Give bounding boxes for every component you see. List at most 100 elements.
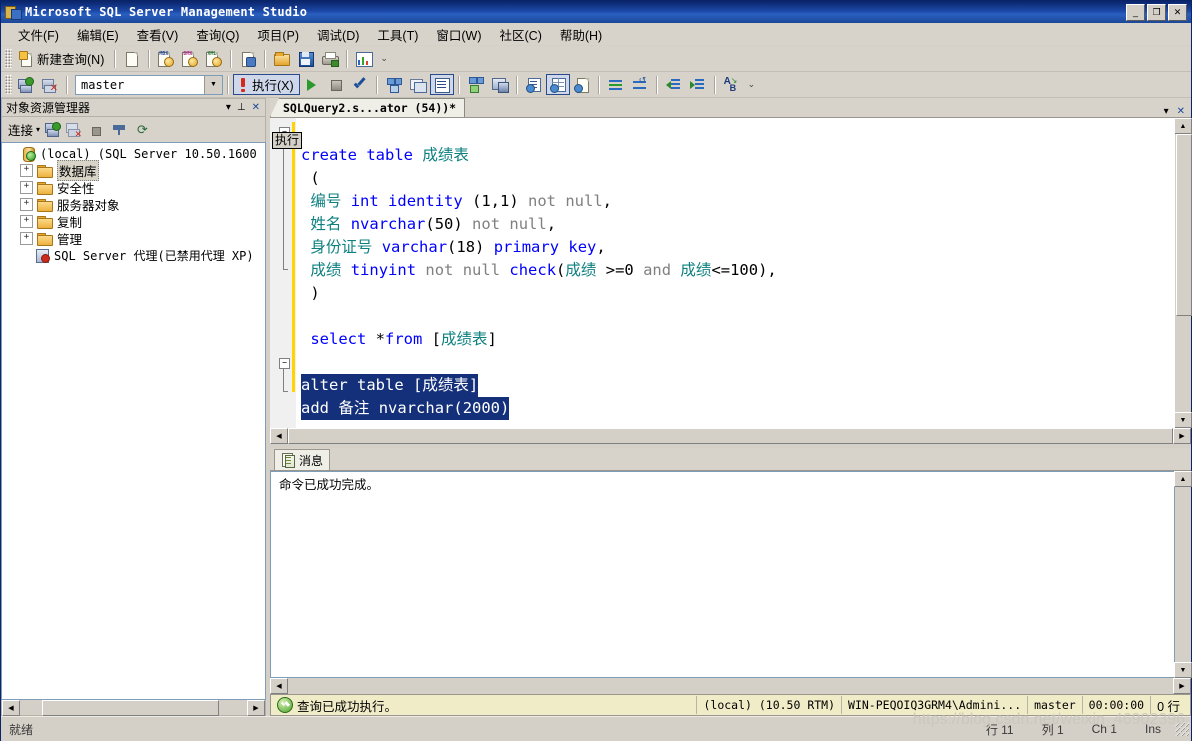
results-to-file-button[interactable] bbox=[570, 74, 594, 95]
messages-body[interactable]: 命令已成功完成。 bbox=[270, 471, 1175, 678]
results-to-text-button[interactable] bbox=[429, 74, 454, 95]
debug-button[interactable] bbox=[300, 74, 324, 95]
chevron-down-icon[interactable]: ▾ bbox=[36, 125, 40, 134]
tree-node-databases[interactable]: + 数据库 bbox=[2, 160, 265, 181]
resize-grip[interactable] bbox=[1175, 722, 1189, 736]
stop-icon[interactable] bbox=[88, 122, 104, 138]
tree-node-replication[interactable]: + 复制 bbox=[2, 213, 265, 230]
toolbar-overflow-chevron-icon[interactable]: ⌄ bbox=[748, 79, 756, 90]
scroll-left-button[interactable]: ◀ bbox=[270, 428, 288, 444]
scroll-up-button[interactable]: ▲ bbox=[1174, 118, 1192, 134]
chevron-down-icon[interactable]: ▾ bbox=[1164, 106, 1169, 117]
include-client-statistics-button[interactable] bbox=[488, 74, 512, 95]
tree-node-server[interactable]: (local) (SQL Server 10.50.1600 - WIN-P bbox=[2, 145, 265, 162]
increase-indent-button[interactable] bbox=[686, 74, 710, 95]
analysis-query-button[interactable] bbox=[236, 48, 260, 69]
fold-toggle-block2[interactable]: − bbox=[279, 358, 290, 369]
expander-icon[interactable]: + bbox=[20, 181, 33, 194]
new-file-button[interactable] bbox=[120, 48, 144, 69]
menu-item-view[interactable]: 查看(V) bbox=[128, 23, 188, 46]
expander-icon[interactable]: + bbox=[20, 164, 33, 177]
expander-icon[interactable]: + bbox=[20, 198, 33, 211]
results-to-text2-button[interactable] bbox=[522, 74, 546, 95]
query-options-button[interactable] bbox=[406, 74, 430, 95]
menu-item-debug[interactable]: 调试(D) bbox=[308, 23, 368, 46]
menu-item-window[interactable]: 窗口(W) bbox=[427, 23, 490, 46]
close-button[interactable]: ✕ bbox=[1168, 3, 1187, 21]
tree-node-sql-agent[interactable]: SQL Server 代理(已禁用代理 XP) bbox=[2, 247, 265, 264]
scroll-thumb[interactable] bbox=[1176, 134, 1192, 316]
menu-item-query[interactable]: 查询(Q) bbox=[187, 23, 248, 46]
scroll-right-button[interactable]: ▶ bbox=[1173, 678, 1191, 694]
print-button[interactable] bbox=[318, 48, 342, 69]
document-tab[interactable]: SQLQuery2.s...ator (54))* bbox=[270, 98, 466, 117]
uncomment-button[interactable]: ↺ bbox=[628, 74, 652, 95]
disconnect-icon[interactable]: ✕ bbox=[66, 122, 82, 138]
new-query-button[interactable]: 新建查询(N) bbox=[14, 48, 110, 69]
minimize-button[interactable]: _ bbox=[1126, 3, 1145, 21]
object-explorer-tree[interactable]: (local) (SQL Server 10.50.1600 - WIN-P +… bbox=[1, 142, 266, 700]
scroll-left-button[interactable]: ◀ bbox=[2, 699, 20, 716]
connect-menu-label[interactable]: 连接 bbox=[6, 120, 35, 139]
results-hscrollbar[interactable]: ◀ ▶ bbox=[270, 678, 1191, 694]
connect-button[interactable] bbox=[14, 74, 38, 95]
database-combo[interactable]: master ▼ bbox=[75, 74, 223, 95]
scroll-thumb[interactable] bbox=[288, 428, 1173, 444]
toolbar-overflow-chevron-icon[interactable]: ⌄ bbox=[380, 53, 388, 64]
pin-icon[interactable]: ⊥ bbox=[237, 102, 246, 113]
save-button[interactable] bbox=[294, 48, 318, 69]
scroll-right-button[interactable]: ▶ bbox=[247, 699, 265, 716]
scroll-up-button[interactable]: ▲ bbox=[1174, 471, 1192, 487]
chevron-down-icon[interactable]: ▼ bbox=[204, 75, 222, 94]
disconnect-button[interactable]: ✕ bbox=[38, 74, 62, 95]
menu-item-community[interactable]: 社区(C) bbox=[491, 23, 551, 46]
xmla-query-button[interactable]: XML bbox=[202, 48, 226, 69]
expander-icon[interactable]: + bbox=[20, 232, 33, 245]
editor-vscrollbar[interactable]: ▲ ▼ bbox=[1174, 118, 1192, 428]
parse-button[interactable] bbox=[348, 74, 372, 95]
results-vscrollbar[interactable]: ▲ ▼ bbox=[1174, 471, 1192, 678]
sql-code-content[interactable]: create table 成绩表 ( 编号 int identity (1,1)… bbox=[296, 118, 1175, 428]
maximize-button[interactable]: ❐ bbox=[1147, 3, 1166, 21]
mdx-query-button[interactable]: MDX bbox=[154, 48, 178, 69]
open-file-button[interactable] bbox=[270, 48, 294, 69]
dmx-query-button[interactable]: DMX bbox=[178, 48, 202, 69]
tree-node-management[interactable]: + 管理 bbox=[2, 230, 265, 247]
toolbar-grip[interactable] bbox=[5, 75, 12, 94]
menu-item-edit[interactable]: 编辑(E) bbox=[68, 23, 128, 46]
editor-gutter[interactable]: − − bbox=[270, 118, 296, 428]
expander-icon[interactable]: + bbox=[20, 215, 33, 228]
menu-item-tools[interactable]: 工具(T) bbox=[368, 23, 427, 46]
display-estimated-plan-button[interactable] bbox=[382, 74, 406, 95]
filter-icon[interactable] bbox=[112, 122, 128, 138]
stop-button[interactable] bbox=[324, 74, 348, 95]
close-icon[interactable]: ✕ bbox=[252, 102, 260, 113]
results-tab-messages[interactable]: 消息 bbox=[274, 449, 331, 470]
database-combo-value[interactable]: master bbox=[76, 78, 204, 92]
toolbar-grip[interactable] bbox=[5, 49, 12, 68]
scroll-left-button[interactable]: ◀ bbox=[270, 678, 288, 694]
menu-item-file[interactable]: 文件(F) bbox=[9, 23, 68, 46]
tree-node-security[interactable]: + 安全性 bbox=[2, 179, 265, 196]
refresh-icon[interactable]: ⟳ bbox=[136, 122, 152, 138]
decrease-indent-button[interactable] bbox=[662, 74, 686, 95]
editor-hscrollbar[interactable]: ◀ ▶ bbox=[270, 428, 1191, 444]
scroll-right-button[interactable]: ▶ bbox=[1173, 428, 1191, 444]
chevron-down-icon[interactable]: ▾ bbox=[226, 102, 231, 113]
include-actual-plan-button[interactable] bbox=[464, 74, 488, 95]
tree-node-server-objects[interactable]: + 服务器对象 bbox=[2, 196, 265, 213]
scroll-down-button[interactable]: ▼ bbox=[1174, 662, 1192, 678]
results-to-grid-button[interactable] bbox=[545, 74, 570, 95]
close-icon[interactable]: ✕ bbox=[1177, 106, 1185, 117]
menu-item-help[interactable]: 帮助(H) bbox=[551, 23, 611, 46]
sql-editor[interactable]: − − create table 成绩表 ( 编号 int identity (… bbox=[270, 118, 1175, 428]
specify-values-button[interactable]: A B ↘ bbox=[720, 74, 744, 95]
menu-item-project[interactable]: 项目(P) bbox=[248, 23, 308, 46]
object-explorer-hscrollbar[interactable]: ◀ ▶ bbox=[1, 699, 266, 716]
scroll-down-button[interactable]: ▼ bbox=[1174, 412, 1192, 428]
scroll-thumb[interactable] bbox=[42, 699, 219, 716]
comment-button[interactable] bbox=[604, 74, 628, 95]
connect-icon[interactable] bbox=[45, 121, 62, 138]
execute-button[interactable]: 执行(X) bbox=[233, 74, 300, 95]
chart-button[interactable] bbox=[352, 48, 376, 69]
